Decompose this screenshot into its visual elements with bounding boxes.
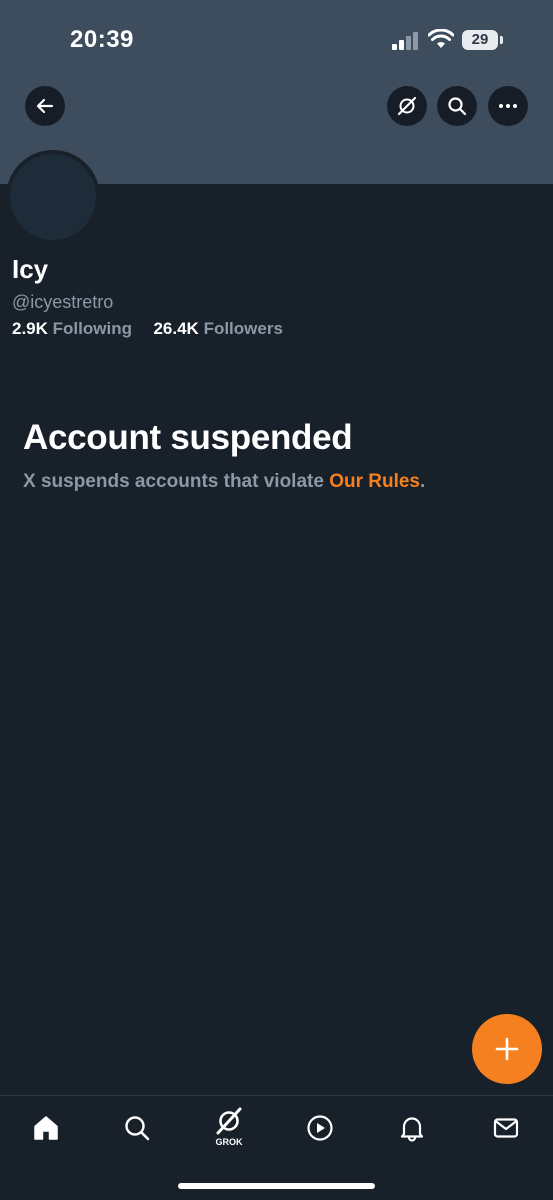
profile-display-name: Icy xyxy=(12,254,49,284)
profile-stats: 2.9K Following 26.4K Followers xyxy=(12,319,283,339)
messages-icon xyxy=(493,1118,519,1138)
following-label: Following xyxy=(52,319,132,338)
profile-handle: @icyestretro xyxy=(12,292,114,312)
grok-button[interactable] xyxy=(387,86,427,126)
followers-link[interactable]: 26.4K Followers xyxy=(149,319,283,338)
battery-icon: 29 xyxy=(462,30,498,50)
home-icon xyxy=(34,1116,58,1140)
tab-grok[interactable]: GROK xyxy=(209,1102,249,1150)
plus-icon xyxy=(495,1037,519,1061)
back-button[interactable] xyxy=(25,86,65,126)
video-icon xyxy=(307,1115,333,1141)
profile-avatar[interactable] xyxy=(6,150,100,244)
tab-home[interactable] xyxy=(26,1108,66,1148)
grok-icon xyxy=(216,1107,242,1134)
more-icon xyxy=(499,104,517,108)
grok-icon xyxy=(397,96,417,116)
suspended-message: X suspends accounts that violate Our Rul… xyxy=(23,471,425,493)
tab-notifications[interactable] xyxy=(392,1108,432,1148)
wifi-icon xyxy=(428,29,454,48)
our-rules-link[interactable]: Our Rules xyxy=(329,471,420,492)
search-icon xyxy=(125,1116,150,1141)
following-link[interactable]: 2.9K Following xyxy=(12,319,137,338)
grok-tab-label: GROK xyxy=(215,1136,243,1147)
cellular-signal-icon xyxy=(392,32,418,50)
search-icon xyxy=(448,97,467,116)
followers-count: 26.4K xyxy=(153,319,199,338)
following-count: 2.9K xyxy=(12,319,48,338)
compose-post-button[interactable] xyxy=(472,1014,542,1084)
tab-messages[interactable] xyxy=(486,1108,526,1148)
status-time: 20:39 xyxy=(70,26,134,53)
status-bar: 20:39 29 xyxy=(0,0,553,80)
tab-search[interactable] xyxy=(117,1108,157,1148)
suspended-title: Account suspended xyxy=(23,418,353,457)
suspended-message-text: X suspends accounts that violate xyxy=(23,471,330,492)
more-options-button[interactable] xyxy=(488,86,528,126)
home-indicator[interactable] xyxy=(178,1183,375,1189)
suspended-message-period: . xyxy=(420,471,426,492)
followers-label: Followers xyxy=(203,319,283,338)
tab-video[interactable] xyxy=(300,1108,340,1148)
search-button[interactable] xyxy=(437,86,477,126)
notifications-icon xyxy=(400,1117,424,1142)
battery-tip xyxy=(500,36,503,44)
arrow-left-icon xyxy=(36,98,54,114)
